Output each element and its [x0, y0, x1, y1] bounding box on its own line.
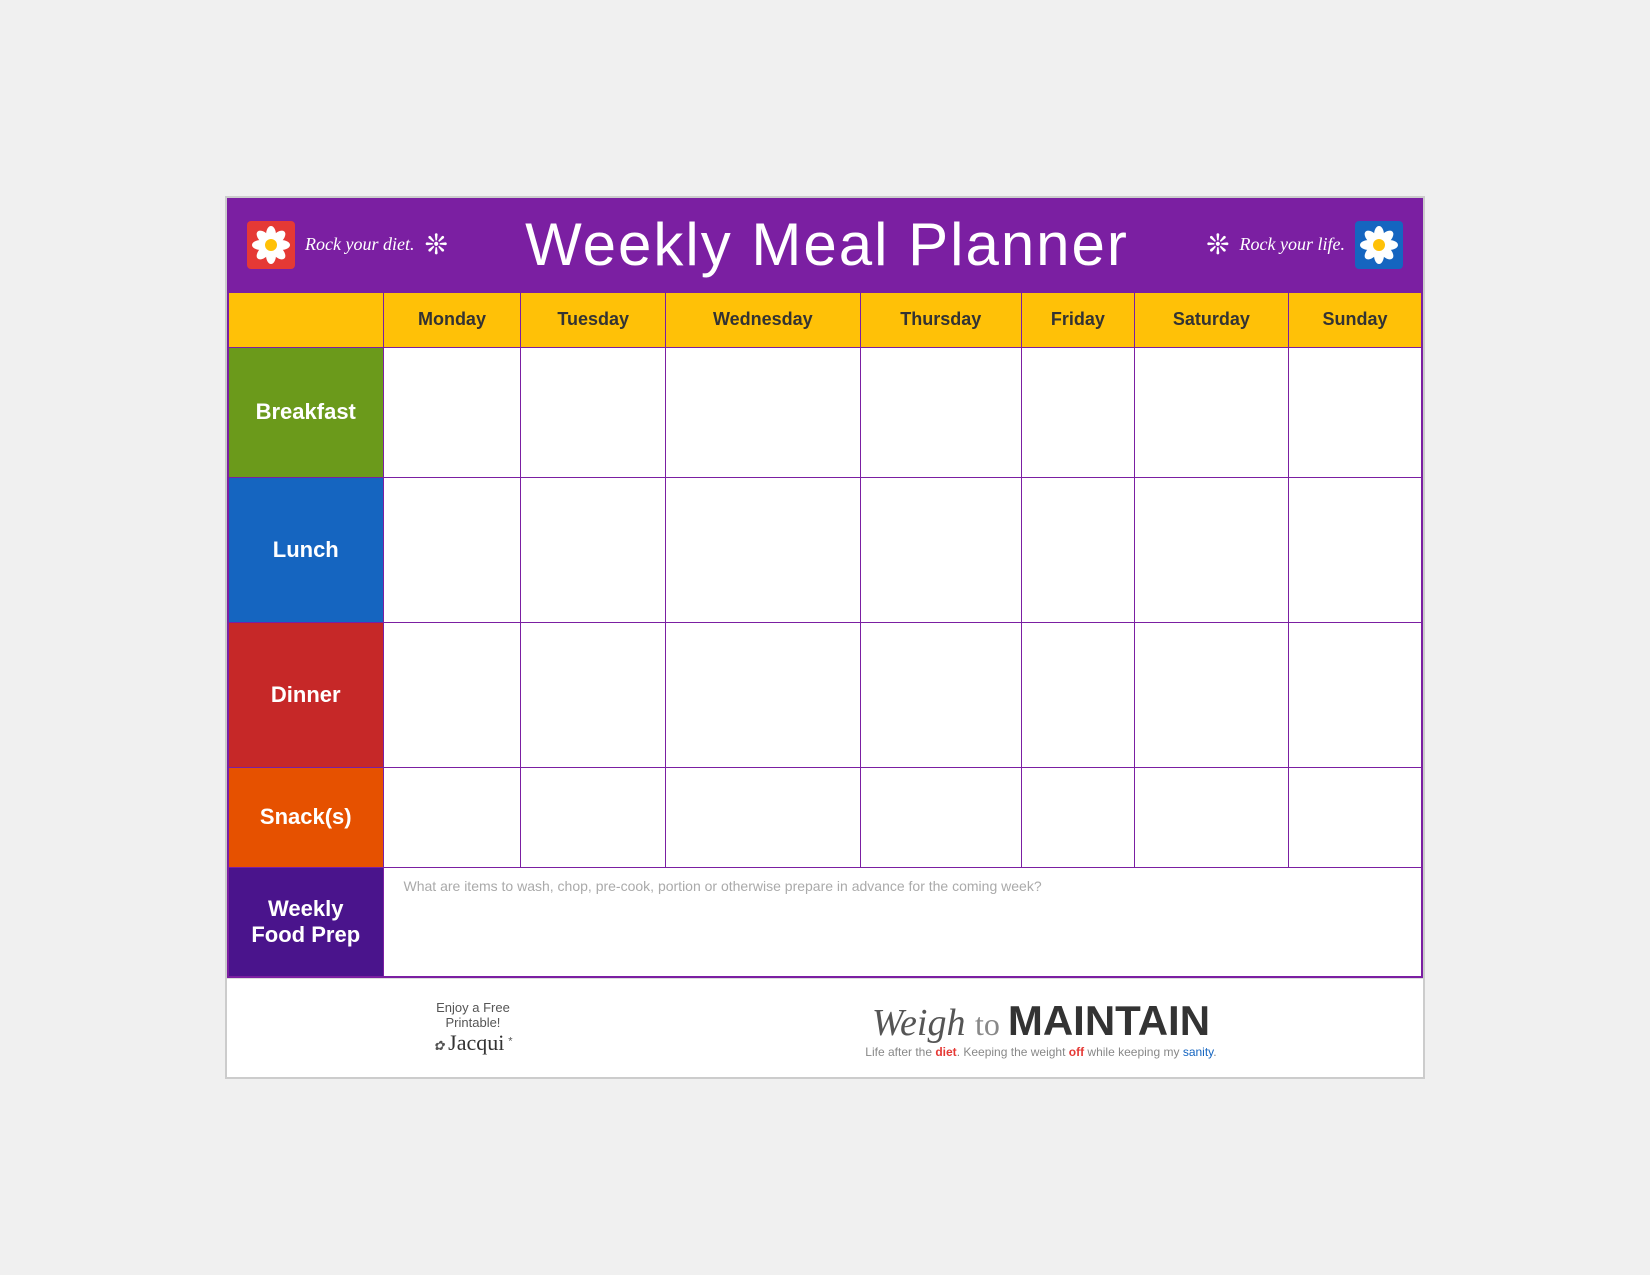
lunch-wednesday[interactable] — [665, 477, 860, 622]
dinner-saturday[interactable] — [1134, 622, 1288, 767]
weekly-food-prep-cell[interactable]: What are items to wash, chop, pre-cook, … — [383, 867, 1422, 977]
page-title: Weekly Meal Planner — [448, 210, 1206, 279]
empty-header-cell — [228, 292, 383, 347]
flower-icon-left — [247, 221, 295, 269]
lunch-thursday[interactable] — [860, 477, 1021, 622]
snowflake-left: ❊ — [424, 228, 447, 261]
flower-icon-right — [1355, 221, 1403, 269]
enjoy-label: Enjoy a Free Printable! — [433, 1000, 512, 1030]
tuesday-header: Tuesday — [521, 292, 666, 347]
footer: Enjoy a Free Printable! ✿ Jacqui * Weigh… — [227, 978, 1423, 1077]
snacks-thursday[interactable] — [860, 767, 1021, 867]
snacks-sunday[interactable] — [1288, 767, 1422, 867]
breakfast-sunday[interactable] — [1288, 347, 1422, 477]
dinner-label: Dinner — [228, 622, 383, 767]
sunday-header: Sunday — [1288, 292, 1422, 347]
snacks-wednesday[interactable] — [665, 767, 860, 867]
header-right: ❊ Rock your life. — [1206, 221, 1403, 269]
snacks-friday[interactable] — [1021, 767, 1134, 867]
snacks-saturday[interactable] — [1134, 767, 1288, 867]
lunch-monday[interactable] — [383, 477, 521, 622]
header-bar: Rock your diet. ❊ Weekly Meal Planner ❊ … — [227, 198, 1423, 291]
dinner-tuesday[interactable] — [521, 622, 666, 767]
breakfast-wednesday[interactable] — [665, 347, 860, 477]
footer-left-section: Enjoy a Free Printable! ✿ Jacqui * — [433, 1000, 512, 1056]
lunch-label: Lunch — [228, 477, 383, 622]
monday-header: Monday — [383, 292, 521, 347]
breakfast-tuesday[interactable] — [521, 347, 666, 477]
meal-planner-table: Monday Tuesday Wednesday Thursday Friday… — [227, 291, 1423, 978]
header-left: Rock your diet. ❊ — [247, 221, 448, 269]
friday-header: Friday — [1021, 292, 1134, 347]
dinner-sunday[interactable] — [1288, 622, 1422, 767]
lunch-friday[interactable] — [1021, 477, 1134, 622]
lunch-saturday[interactable] — [1134, 477, 1288, 622]
lunch-sunday[interactable] — [1288, 477, 1422, 622]
dinner-thursday[interactable] — [860, 622, 1021, 767]
dinner-monday[interactable] — [383, 622, 521, 767]
breakfast-row: Breakfast — [228, 347, 1422, 477]
rock-life-label: Rock your life. — [1240, 234, 1345, 255]
footer-brand-section: Weigh to MAINTAIN Life after the diet. K… — [865, 997, 1216, 1059]
snacks-monday[interactable] — [383, 767, 521, 867]
weekly-food-prep-row: WeeklyFood Prep What are items to wash, … — [228, 867, 1422, 977]
snacks-row: Snack(s) — [228, 767, 1422, 867]
lunch-row: Lunch — [228, 477, 1422, 622]
breakfast-monday[interactable] — [383, 347, 521, 477]
dinner-wednesday[interactable] — [665, 622, 860, 767]
rock-diet-label: Rock your diet. — [305, 234, 414, 255]
dinner-row: Dinner — [228, 622, 1422, 767]
thursday-header: Thursday — [860, 292, 1021, 347]
jacqui-signature: ✿ Jacqui * — [433, 1030, 512, 1056]
weekly-food-prep-label: WeeklyFood Prep — [228, 867, 383, 977]
breakfast-saturday[interactable] — [1134, 347, 1288, 477]
day-header-row: Monday Tuesday Wednesday Thursday Friday… — [228, 292, 1422, 347]
snacks-label: Snack(s) — [228, 767, 383, 867]
wednesday-header: Wednesday — [665, 292, 860, 347]
breakfast-label: Breakfast — [228, 347, 383, 477]
breakfast-thursday[interactable] — [860, 347, 1021, 477]
snowflake-right: ❊ — [1206, 228, 1229, 261]
lunch-tuesday[interactable] — [521, 477, 666, 622]
dinner-friday[interactable] — [1021, 622, 1134, 767]
brand-name: Weigh to MAINTAIN — [865, 997, 1216, 1045]
saturday-header: Saturday — [1134, 292, 1288, 347]
footer-tagline: Life after the diet. Keeping the weight … — [865, 1045, 1216, 1059]
snacks-tuesday[interactable] — [521, 767, 666, 867]
breakfast-friday[interactable] — [1021, 347, 1134, 477]
